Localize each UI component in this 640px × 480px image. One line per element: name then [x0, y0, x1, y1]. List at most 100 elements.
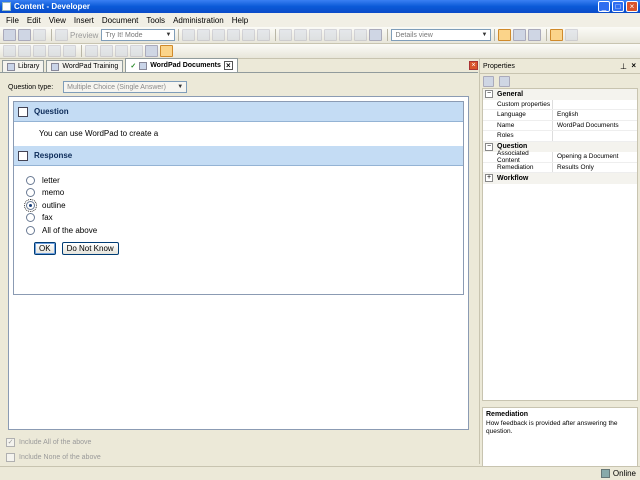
include-none-checkbox[interactable] [6, 453, 15, 462]
include-none-checkbox-row[interactable]: Include None of the above [6, 450, 101, 465]
app-icon [2, 2, 11, 11]
sort-alphabetical-icon[interactable] [499, 75, 510, 87]
include-all-checkbox-row[interactable]: ✓ Include All of the above [6, 435, 101, 450]
replace-icon[interactable] [354, 29, 368, 41]
property-row[interactable]: Name WordPad Documents [483, 120, 637, 131]
copy-icon[interactable] [197, 29, 211, 41]
response-header: Response [14, 146, 463, 166]
layout-icon[interactable] [498, 29, 512, 41]
tab-wordpad-training[interactable]: WordPad Training [46, 60, 124, 72]
maximize-button[interactable]: □ [612, 1, 624, 12]
save-icon[interactable] [18, 29, 31, 41]
redo-icon[interactable] [294, 29, 308, 41]
category-general[interactable]: − General [483, 89, 637, 100]
demote-icon[interactable] [48, 45, 61, 57]
menu-edit[interactable]: Edit [27, 16, 41, 25]
option-letter[interactable]: letter [26, 174, 463, 187]
property-row[interactable]: Remediation Results Only [483, 162, 637, 173]
split-horizontal-icon[interactable] [513, 29, 527, 41]
option-memo[interactable]: memo [26, 187, 463, 200]
menu-document[interactable]: Document [102, 16, 138, 25]
property-name: Language [483, 110, 553, 120]
radio-button[interactable] [26, 188, 35, 198]
preview-icon[interactable] [55, 29, 68, 41]
connection-icon [600, 469, 610, 478]
preview-label[interactable]: Preview [70, 31, 98, 40]
property-row[interactable]: Language English [483, 110, 637, 121]
categorized-icon[interactable] [483, 75, 494, 87]
view-select[interactable]: Details view ▼ [391, 29, 492, 41]
help-icon[interactable] [369, 29, 383, 41]
paste-icon[interactable] [212, 29, 226, 41]
close-icon[interactable]: × [631, 61, 636, 70]
split-vertical-icon[interactable] [528, 29, 542, 41]
tab-wordpad-documents[interactable]: ✓ WordPad Documents × [125, 58, 238, 72]
description-title: Remediation [486, 411, 529, 418]
document-icon[interactable] [115, 45, 128, 57]
property-description: Remediation How feedback is provided aft… [482, 407, 638, 467]
close-tab-icon[interactable]: × [223, 61, 233, 70]
property-row[interactable]: Custom properties [483, 99, 637, 110]
collapse-icon[interactable]: − [485, 142, 493, 151]
menu-administration[interactable]: Administration [173, 16, 224, 25]
property-value[interactable]: Results Only [553, 164, 594, 171]
question-type-select[interactable]: Multiple Choice (Single Answer) ▼ [63, 81, 188, 93]
property-row[interactable]: Roles [483, 131, 637, 142]
outdent-icon[interactable] [3, 45, 16, 57]
move-up-icon[interactable] [85, 45, 98, 57]
refresh-icon[interactable] [565, 29, 579, 41]
window-title: Content - Developer [14, 2, 91, 11]
option-fax[interactable]: fax [26, 212, 463, 225]
move-down-icon[interactable] [100, 45, 113, 57]
ok-button[interactable]: OK [34, 241, 56, 255]
do-not-know-button[interactable]: Do Not Know [61, 241, 119, 255]
expand-icon[interactable]: + [485, 174, 493, 183]
undo-icon[interactable] [279, 29, 293, 41]
minimize-button[interactable]: _ [598, 1, 610, 12]
property-value[interactable]: Opening a Document [553, 153, 618, 160]
expand-icon[interactable] [63, 45, 76, 57]
find-icon[interactable] [339, 29, 353, 41]
include-all-checkbox[interactable]: ✓ [6, 438, 15, 447]
mode-select[interactable]: Try It! Mode ▼ [101, 29, 176, 41]
edit-pencil-icon[interactable] [145, 45, 158, 57]
radio-button[interactable] [26, 175, 35, 185]
cut-icon[interactable] [182, 29, 196, 41]
radio-button[interactable] [26, 213, 35, 223]
properties-icon[interactable] [242, 29, 256, 41]
menu-insert[interactable]: Insert [74, 16, 94, 25]
property-value[interactable]: WordPad Documents [553, 122, 619, 129]
delete-icon[interactable] [227, 29, 241, 41]
properties-pane: Properties ⊥ × − General Custom properti… [479, 59, 640, 467]
link-icon[interactable] [257, 29, 271, 41]
property-value[interactable]: English [553, 111, 578, 118]
pin-icon[interactable]: ⊥ [620, 62, 627, 71]
indent-icon[interactable] [18, 45, 31, 57]
close-pane-icon[interactable]: × [469, 61, 478, 70]
properties-pane-icon[interactable] [550, 29, 564, 41]
promote-icon[interactable] [33, 45, 46, 57]
tab-library[interactable]: Library [2, 60, 45, 72]
collapse-icon[interactable]: − [485, 90, 493, 99]
option-all-of-the-above[interactable]: All of the above [26, 224, 463, 237]
toolbar-separator [387, 29, 389, 41]
property-row[interactable]: Associated Content Opening a Document [483, 150, 637, 164]
menu-tools[interactable]: Tools [146, 16, 165, 25]
insert-icon[interactable] [309, 29, 323, 41]
question-header: Question [14, 102, 463, 122]
remove-icon[interactable] [324, 29, 338, 41]
toolbar-separator [178, 29, 180, 41]
option-label: memo [42, 188, 65, 198]
frame-icon[interactable] [130, 45, 143, 57]
question-icon[interactable] [160, 45, 173, 57]
close-button[interactable]: × [626, 1, 638, 12]
radio-button-selected[interactable] [24, 198, 37, 212]
menu-help[interactable]: Help [232, 16, 248, 25]
radio-button[interactable] [26, 225, 35, 235]
category-workflow[interactable]: + Workflow [483, 173, 637, 184]
menu-view[interactable]: View [49, 16, 66, 25]
option-outline[interactable]: outline [24, 198, 463, 212]
publish-icon[interactable] [33, 29, 46, 41]
menu-file[interactable]: File [6, 16, 19, 25]
open-icon[interactable] [3, 29, 16, 41]
